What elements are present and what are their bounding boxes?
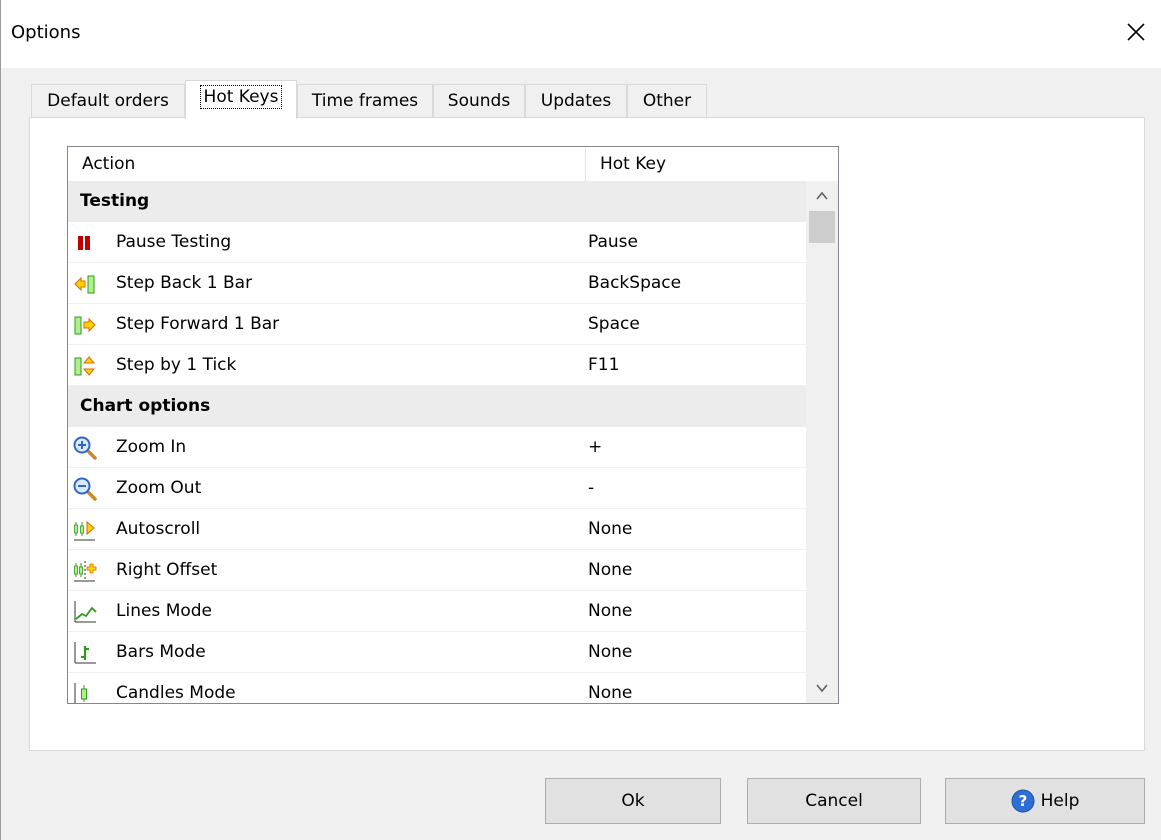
zoom-out-icon: [73, 477, 97, 501]
hotkey-value: None: [588, 519, 633, 539]
help-button[interactable]: ? Help: [945, 778, 1145, 824]
cancel-button-label: Cancel: [805, 791, 863, 811]
options-dialog: Options Default orders Hot Keys Time fra…: [0, 0, 1161, 840]
table-row[interactable]: Bars Mode None: [68, 632, 806, 673]
table-row[interactable]: Zoom Out -: [68, 468, 806, 509]
ok-button[interactable]: Ok: [545, 778, 721, 824]
tab-hot-keys[interactable]: Hot Keys: [185, 80, 297, 119]
svg-text:?: ?: [1018, 792, 1027, 810]
cancel-button[interactable]: Cancel: [747, 778, 921, 824]
window-title: Options: [11, 22, 81, 43]
step-back-icon: [74, 275, 95, 294]
hotkey-value: Pause: [588, 232, 638, 252]
group-label: Chart options: [80, 396, 211, 416]
action-label: Lines Mode: [116, 601, 213, 621]
tab-updates[interactable]: Updates: [525, 84, 627, 118]
group-row: Chart options: [68, 386, 806, 427]
hotkey-value: None: [588, 683, 633, 703]
action-label: Zoom Out: [116, 478, 202, 498]
table-row[interactable]: Autoscroll None: [68, 509, 806, 550]
table-row[interactable]: Step Back 1 Bar BackSpace: [68, 263, 806, 304]
autoscroll-icon: [74, 520, 95, 541]
hotkey-value: None: [588, 560, 633, 580]
column-header-hotkey[interactable]: Hot Key: [586, 147, 838, 181]
close-icon[interactable]: [1122, 18, 1150, 46]
table-row[interactable]: Step by 1 Tick F11: [68, 345, 806, 386]
action-label: Step Forward 1 Bar: [116, 314, 280, 334]
hotkey-value: BackSpace: [588, 273, 682, 293]
action-label: Bars Mode: [116, 642, 206, 662]
hotkey-value: None: [588, 642, 633, 662]
table-row[interactable]: Pause Testing Pause: [68, 222, 806, 263]
vertical-scrollbar[interactable]: [806, 181, 838, 703]
action-label: Zoom In: [116, 437, 187, 457]
step-forward-icon: [74, 316, 96, 335]
bars-mode-icon: [74, 642, 96, 664]
hotkey-value: +: [588, 437, 603, 457]
tab-default-orders[interactable]: Default orders: [31, 84, 185, 118]
title-bar: Options: [1, 0, 1161, 68]
list-header: Action Hot Key: [68, 147, 838, 181]
action-label: Candles Mode: [116, 683, 236, 703]
zoom-in-icon: [73, 436, 97, 460]
hotkeys-panel: Action Hot Key Testing Pause Testing Pau…: [29, 117, 1145, 751]
hotkey-value: None: [588, 601, 633, 621]
candles-mode-icon: [74, 683, 87, 703]
table-row[interactable]: Right Offset None: [68, 550, 806, 591]
action-label: Pause Testing: [116, 232, 232, 252]
ok-button-label: Ok: [621, 791, 645, 811]
action-label: Step Back 1 Bar: [116, 273, 253, 293]
scroll-up-icon[interactable]: [806, 181, 838, 211]
help-icon: ?: [1011, 789, 1035, 813]
step-tick-icon: [74, 356, 96, 376]
tab-sounds[interactable]: Sounds: [433, 84, 525, 118]
action-label: Right Offset: [116, 560, 218, 580]
table-row[interactable]: Zoom In +: [68, 427, 806, 468]
pause-icon: [78, 236, 90, 250]
hotkey-value: -: [588, 478, 595, 498]
list-rows: Testing Pause Testing Pause Step Back 1 …: [68, 181, 806, 703]
table-row[interactable]: Candles Mode None: [68, 673, 806, 703]
table-row[interactable]: Lines Mode None: [68, 591, 806, 632]
action-label: Step by 1 Tick: [116, 355, 237, 375]
hotkey-value: Space: [588, 314, 640, 334]
group-label: Testing: [80, 191, 150, 211]
tab-other[interactable]: Other: [627, 84, 707, 118]
hotkey-value: F11: [588, 355, 620, 375]
group-row: Testing: [68, 181, 806, 222]
tab-time-frames[interactable]: Time frames: [297, 84, 433, 118]
hotkeys-list: Action Hot Key Testing Pause Testing Pau…: [67, 146, 839, 704]
help-button-label: Help: [1040, 791, 1080, 811]
column-header-action[interactable]: Action: [68, 147, 586, 181]
action-label: Autoscroll: [116, 519, 201, 539]
lines-mode-icon: [74, 601, 97, 623]
right-offset-icon: [74, 561, 97, 582]
table-row[interactable]: Step Forward 1 Bar Space: [68, 304, 806, 345]
scroll-thumb[interactable]: [809, 211, 835, 243]
scroll-down-icon[interactable]: [806, 673, 838, 703]
